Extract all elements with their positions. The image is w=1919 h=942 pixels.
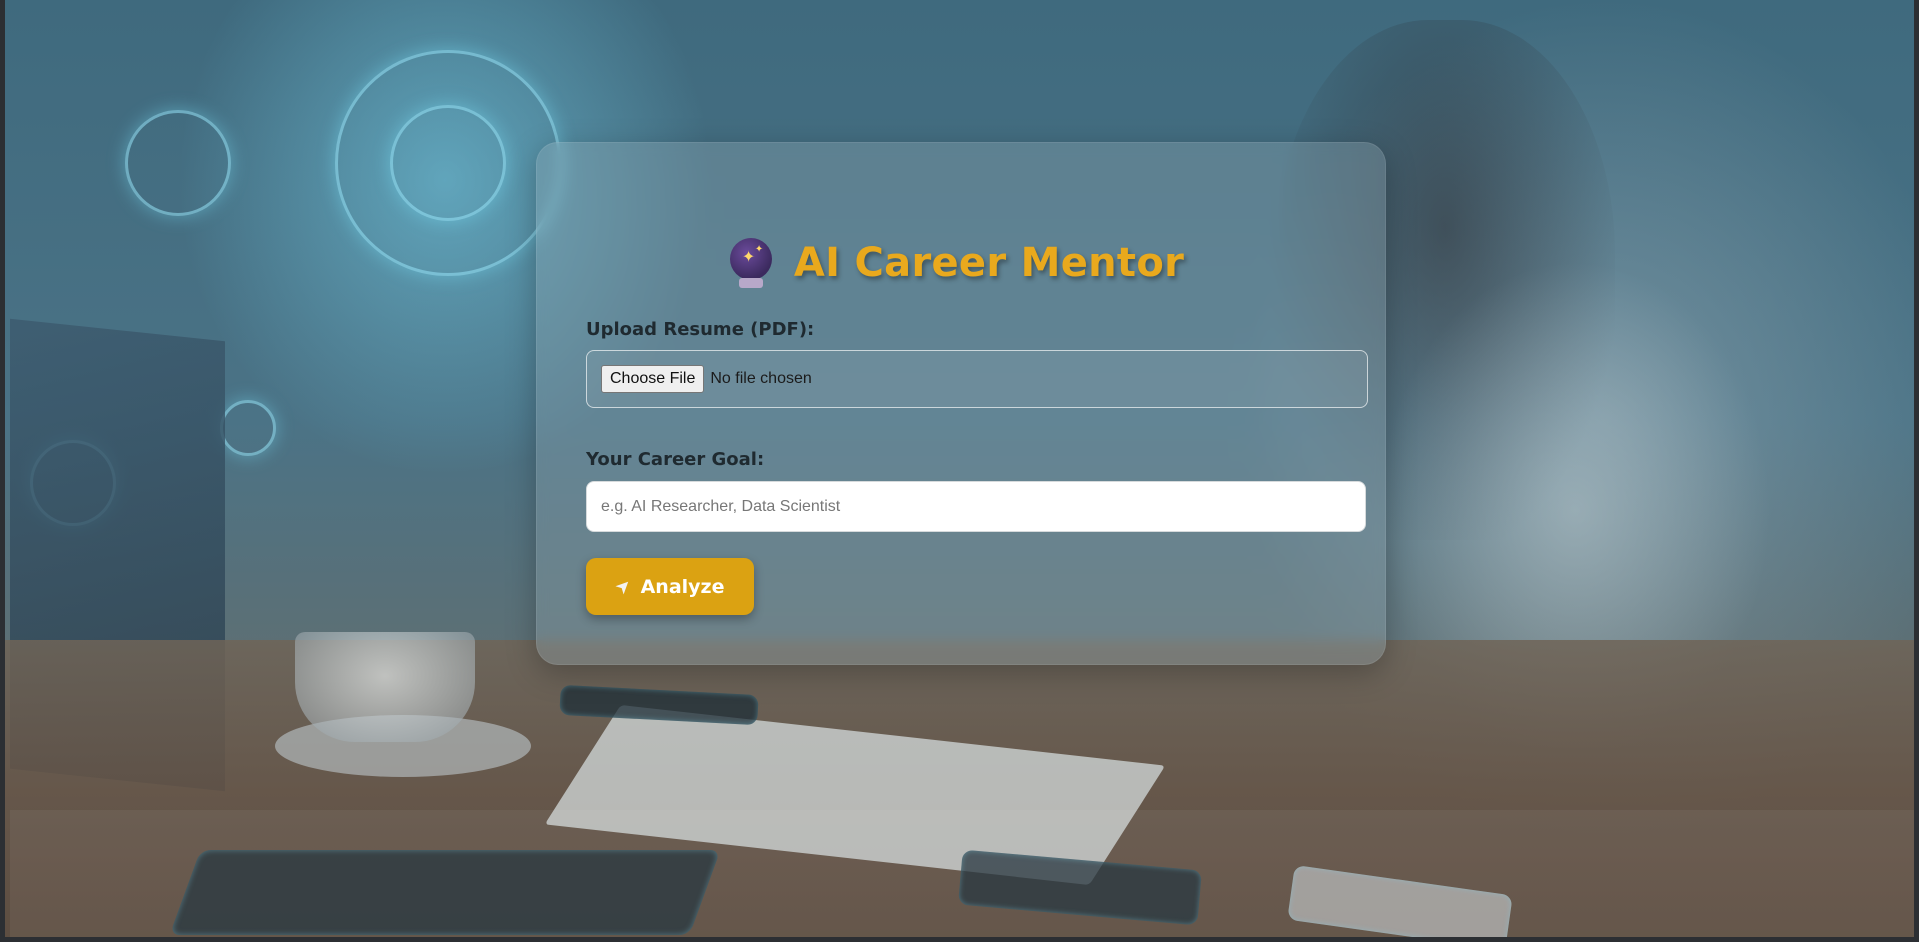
title-row: ✦ ✦ AI Career Mentor	[536, 228, 1386, 298]
analyze-button-label: Analyze	[640, 575, 725, 598]
bottom-overlay	[10, 810, 1914, 937]
coffee-cup-decoration	[295, 632, 475, 742]
circuit-ring-decoration	[390, 105, 506, 221]
career-goal-input[interactable]	[586, 481, 1366, 532]
resume-upload-label: Upload Resume (PDF):	[586, 319, 815, 340]
choose-file-button[interactable]: Choose File	[601, 365, 705, 393]
circuit-ring-decoration	[125, 110, 231, 216]
rocket-icon: ➤	[610, 573, 636, 600]
circuit-ring-decoration	[220, 400, 276, 456]
page-title: AI Career Mentor	[793, 240, 1185, 286]
career-goal-label: Your Career Goal:	[586, 449, 765, 470]
file-status-text: No file chosen	[710, 370, 812, 387]
resume-file-input[interactable]: Choose File No file chosen	[586, 350, 1368, 408]
analyze-button[interactable]: ➤ Analyze	[586, 558, 754, 615]
career-mentor-card: ✦ ✦ AI Career Mentor Upload Resume (PDF)…	[536, 142, 1386, 665]
crystal-ball-icon: ✦ ✦	[729, 238, 772, 288]
page-viewport: ✦ ✦ AI Career Mentor Upload Resume (PDF)…	[0, 0, 1919, 942]
